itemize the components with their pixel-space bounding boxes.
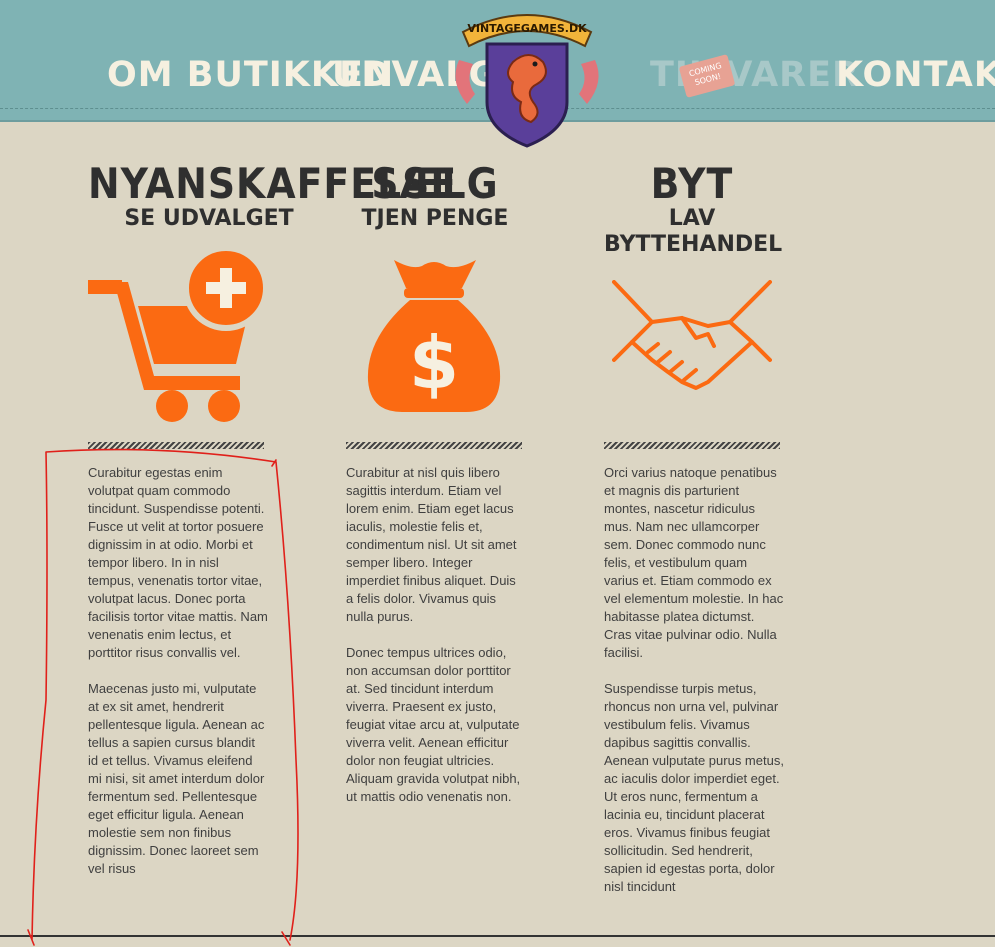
handshake-icon[interactable] — [612, 280, 772, 392]
finger-2-icon — [656, 350, 672, 364]
bag-tie-icon — [404, 288, 464, 298]
column-body-text: Orci varius natoque penatibus et magnis … — [604, 464, 784, 914]
logo-ribbon-left — [455, 60, 475, 104]
handshake-left-sleeve-icon — [612, 280, 654, 362]
finger-3-icon — [668, 360, 684, 374]
finger-1-icon — [646, 342, 660, 354]
plus-horizontal-icon — [206, 282, 246, 294]
dragon-eye-icon — [532, 61, 538, 67]
logo-text: VINTAGEGAMES.DK — [467, 22, 587, 35]
column-body-text: Curabitur egestas enim volutpat quam com… — [88, 464, 268, 896]
bag-top-icon — [394, 260, 476, 288]
page-bottom-line — [0, 935, 995, 937]
nav-item-kontakt[interactable]: KONTAKT — [836, 55, 995, 95]
column-title: BYT — [650, 159, 734, 208]
column-subtitle: SE UDVALGET — [124, 206, 294, 231]
column-divider — [88, 442, 264, 449]
paragraph: Maecenas justo mi, vulputate at ex sit a… — [88, 681, 265, 876]
column-nyanskaffelse: NYANSKAFFELSE SE UDVALGET — [88, 159, 458, 232]
cart-plus-icon[interactable] — [88, 248, 268, 424]
paragraph: Curabitur at nisl quis libero sagittis i… — [346, 465, 517, 624]
dollar-sign-icon: $ — [409, 321, 459, 405]
paragraph: Suspendisse turpis metus, rhoncus non ur… — [604, 681, 784, 894]
column-title: NYANSKAFFELSE — [88, 159, 458, 208]
paragraph: Orci varius natoque penatibus et magnis … — [604, 465, 784, 660]
handshake-top-icon — [650, 316, 732, 328]
vintagegames-logo[interactable]: VINTAGEGAMES.DK — [447, 2, 607, 150]
column-subtitle: TJEN PENGE — [361, 206, 509, 231]
handshake-right-sleeve-icon — [728, 280, 772, 362]
cart-wheel-left-icon — [156, 390, 188, 422]
column-saelg: SÆLG TJEN PENGE — [360, 162, 510, 232]
finger-4-icon — [682, 368, 698, 382]
column-body-text: Curabitur at nisl quis libero sagittis i… — [346, 464, 526, 824]
column-divider — [346, 442, 522, 449]
logo-ribbon-right — [579, 60, 599, 104]
column-title: SÆLG — [371, 159, 499, 208]
cart-wheel-right-icon — [208, 390, 240, 422]
column-divider — [604, 442, 780, 449]
column-subtitle: LAV BYTTEHANDEL — [604, 206, 783, 257]
column-byt: BYT LAV BYTTEHANDEL — [604, 159, 783, 258]
paragraph: Donec tempus ultrices odio, non accumsan… — [346, 645, 521, 804]
money-bag-icon[interactable]: $ — [366, 256, 502, 414]
paragraph: Curabitur egestas enim volutpat quam com… — [88, 465, 268, 660]
